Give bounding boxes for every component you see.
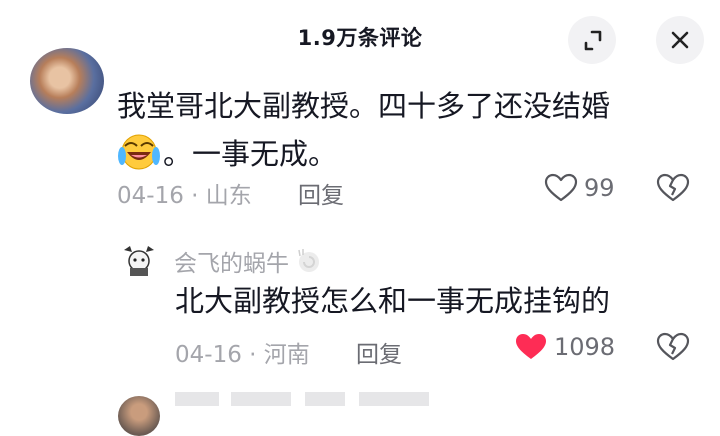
reply-button[interactable]: 回复 [356, 335, 402, 369]
broken-heart-icon [656, 332, 690, 361]
comment-text: 我堂哥北大副教授。四十多了还没结婚 。一事无成。 [117, 82, 677, 178]
comment-text-line: 。一事无成。 [163, 137, 338, 171]
comment-meta: 04-16 · 山东 [117, 176, 252, 210]
author-name: 会飞的蜗牛 [174, 251, 289, 277]
dislike-button[interactable] [656, 173, 690, 207]
comment-text-line: 。一事无成。 [117, 130, 677, 178]
reply-text: 北大副教授怎么和一事无成挂钩的 [175, 284, 611, 318]
reply-author[interactable]: 会飞的蜗牛 [174, 244, 323, 278]
comment-location: 山东 [205, 183, 252, 209]
avatar[interactable] [120, 244, 158, 278]
comments-header: 1.9万条评论 [0, 0, 720, 76]
like-button[interactable]: 99 [544, 173, 615, 203]
avatar[interactable] [118, 396, 160, 436]
collapse-expand-icon [584, 30, 602, 51]
snail-shell-badge-icon [298, 249, 319, 272]
next-comment-preview [175, 392, 475, 412]
comment-date: 04-16 [117, 183, 184, 209]
reply-button[interactable]: 回复 [298, 176, 344, 210]
cartoon-avatar-icon [124, 246, 154, 276]
heart-filled-icon [516, 334, 546, 359]
laughing-crying-emoji-icon [118, 134, 160, 170]
reply-meta: 04-16 · 河南 [175, 335, 310, 369]
expand-button[interactable] [568, 16, 616, 64]
close-button[interactable] [656, 16, 704, 64]
meta-separator: · [249, 342, 257, 368]
avatar[interactable] [30, 48, 104, 114]
like-count: 1098 [554, 333, 616, 361]
reply-date: 04-16 [175, 342, 242, 368]
close-icon [671, 31, 689, 49]
broken-heart-icon [656, 173, 690, 202]
like-count: 99 [584, 174, 615, 202]
dislike-button[interactable] [656, 332, 690, 366]
meta-separator: · [191, 183, 199, 209]
like-button[interactable]: 1098 [514, 332, 615, 362]
reply-location: 河南 [263, 342, 310, 368]
comment-text-line: 我堂哥北大副教授。四十多了还没结婚 [117, 89, 611, 123]
heart-outline-icon [544, 173, 578, 202]
